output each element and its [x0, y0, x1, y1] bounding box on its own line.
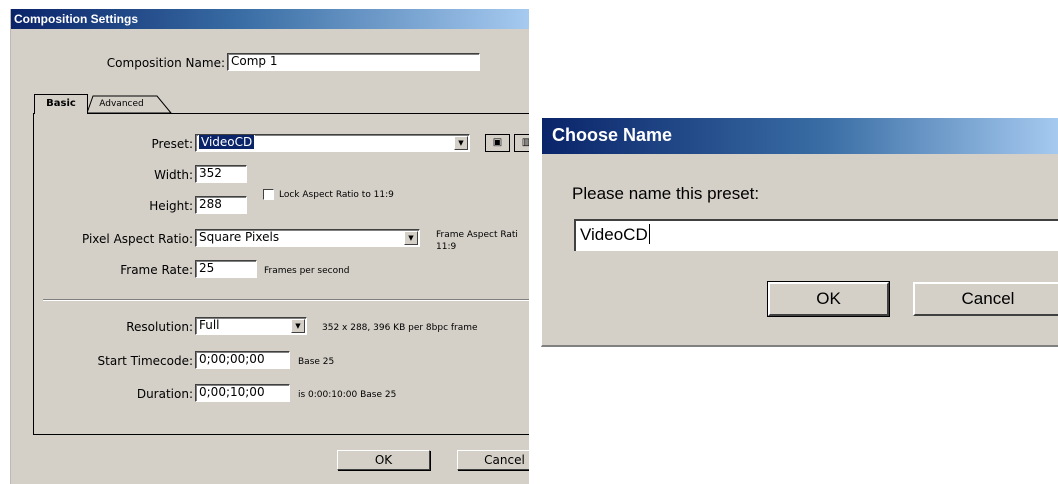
floppy-disk-icon: ▣	[492, 137, 503, 148]
resolution-value: Full	[199, 318, 220, 332]
start-timecode-input[interactable]: 0;00;00;00	[195, 351, 290, 369]
tab-advanced-label: Advanced	[99, 99, 144, 109]
chevron-down-icon[interactable]: ▼	[454, 136, 468, 150]
composition-name-input[interactable]: Comp 1	[227, 53, 480, 71]
choose-name-dialog: Choose Name Please name this preset: Vid…	[541, 117, 1058, 347]
ok-button[interactable]: OK	[337, 450, 430, 470]
tab-basic-label: Basic	[46, 98, 76, 109]
lock-aspect-label: Lock Aspect Ratio to 11:9	[279, 190, 394, 200]
preset-name-prompt: Please name this preset:	[572, 184, 760, 203]
composition-name-label: Composition Name:	[106, 56, 225, 70]
preset-name-input[interactable]: VideoCD	[574, 219, 1058, 251]
cancel-button[interactable]: Cancel	[457, 450, 529, 470]
width-label: Width:	[154, 168, 193, 182]
chevron-down-icon[interactable]: ▼	[291, 319, 305, 333]
tab-basic[interactable]: Basic	[34, 94, 88, 114]
duration-info: is 0:00:10:00 Base 25	[298, 390, 397, 400]
preset-selected-value: VideoCD	[197, 135, 256, 150]
preset-dropdown[interactable]: VideoCD ▼	[195, 134, 470, 152]
cancel-button[interactable]: Cancel	[913, 282, 1058, 316]
trash-icon: ▥	[522, 137, 529, 148]
dialog-title: Choose Name	[552, 125, 673, 145]
preset-name-value: VideoCD	[580, 225, 648, 244]
pixel-aspect-ratio-value: Square Pixels	[199, 230, 280, 244]
start-timecode-base: Base 25	[298, 357, 335, 367]
height-label: Height:	[149, 199, 193, 213]
duration-label: Duration:	[136, 387, 193, 401]
resolution-label: Resolution:	[126, 320, 193, 334]
preset-label: Preset:	[151, 137, 193, 151]
choose-name-titlebar[interactable]: Choose Name	[542, 118, 1058, 154]
chevron-down-icon[interactable]: ▼	[404, 231, 418, 245]
composition-settings-dialog: Composition Settings Composition Name: C…	[10, 9, 529, 484]
pixel-aspect-ratio-dropdown[interactable]: Square Pixels ▼	[195, 229, 420, 247]
duration-input[interactable]: 0;00;10;00	[195, 384, 290, 402]
height-input[interactable]: 288	[195, 196, 247, 214]
dialog-title: Composition Settings	[14, 12, 138, 26]
frame-rate-label: Frame Rate:	[120, 263, 193, 277]
section-divider	[43, 299, 529, 301]
resolution-info: 352 x 288, 396 KB per 8bpc frame	[322, 323, 478, 333]
width-input[interactable]: 352	[195, 165, 247, 183]
pixel-aspect-ratio-label: Pixel Aspect Ratio:	[82, 232, 193, 246]
composition-settings-titlebar[interactable]: Composition Settings	[11, 9, 529, 29]
frame-aspect-ratio-value: 11:9	[436, 242, 457, 252]
tab-advanced[interactable]: Advanced	[87, 95, 172, 114]
save-preset-button[interactable]: ▣	[485, 134, 510, 152]
frame-rate-unit: Frames per second	[264, 266, 350, 276]
frame-aspect-ratio-label: Frame Aspect Rati	[436, 230, 518, 240]
ok-button[interactable]: OK	[767, 281, 890, 317]
start-timecode-label: Start Timecode:	[97, 354, 193, 368]
text-caret	[648, 224, 650, 244]
delete-preset-button[interactable]: ▥	[514, 134, 529, 152]
lock-aspect-checkbox[interactable]	[263, 189, 274, 200]
resolution-dropdown[interactable]: Full ▼	[195, 317, 307, 335]
frame-rate-input[interactable]: 25	[195, 260, 257, 278]
